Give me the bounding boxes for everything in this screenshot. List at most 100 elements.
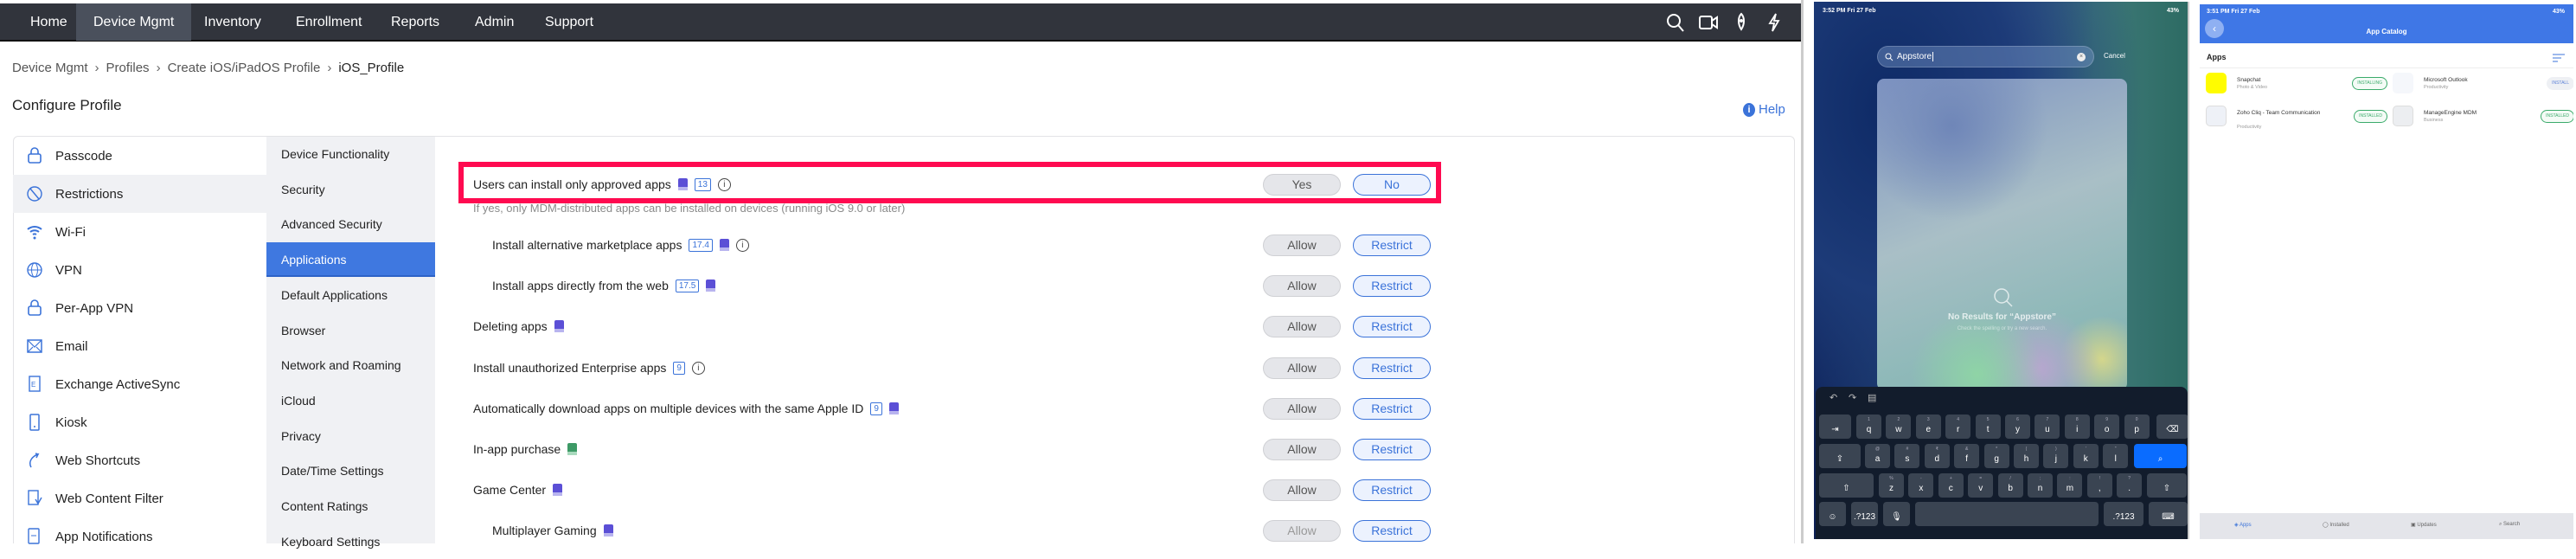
info-icon[interactable]: i [691, 361, 705, 375]
allow-button[interactable]: Allow [1263, 275, 1341, 297]
key-u[interactable]: 7u [2035, 414, 2060, 439]
redo-icon[interactable]: ↷ [1849, 392, 1856, 403]
tab-search[interactable]: ⌕ Search [2499, 522, 2520, 528]
key-g[interactable]: * g [1983, 444, 2009, 468]
key-w[interactable]: 2w [1886, 414, 1912, 439]
app-list-item[interactable]: ManageEngine MDM Business INSTALLED [2393, 106, 2573, 137]
shift-key[interactable]: ⇧ [2147, 473, 2187, 498]
backspace-key[interactable]: ⌫ [2156, 414, 2188, 439]
subnav-icloud[interactable]: iCloud [266, 383, 435, 418]
dictation-key[interactable]: 🎙 [1883, 502, 1910, 526]
app-status-button[interactable]: INSTALLED [2541, 110, 2573, 123]
restrict-button[interactable]: Restrict [1353, 439, 1431, 460]
key-f[interactable]: & f [1954, 444, 1980, 468]
sidebar-item-kiosk[interactable]: Kiosk [13, 403, 266, 441]
key-m[interactable]: :m [2057, 473, 2083, 498]
key-j[interactable]: ) j [2043, 444, 2069, 468]
sidebar-item-vpn[interactable]: VPN [13, 251, 266, 289]
subnav-device-functionality[interactable]: Device Functionality [266, 137, 435, 171]
subnav-advanced-security[interactable]: Advanced Security [266, 207, 435, 241]
search-key[interactable]: ⌕ [2134, 444, 2187, 468]
sidebar-item-web-content-filter[interactable]: Web Content Filter [13, 479, 266, 517]
app-status-button[interactable]: INSTALLED [2354, 110, 2387, 123]
allow-button[interactable]: Allow [1263, 520, 1341, 542]
key-e[interactable]: 3e [1915, 414, 1941, 439]
key-n[interactable]: ; n [2028, 473, 2053, 498]
key-z[interactable]: % z [1879, 473, 1904, 498]
tab-apps[interactable]: ◈ Apps [2234, 522, 2252, 528]
allow-button[interactable]: Allow [1263, 398, 1341, 420]
key-d[interactable]: ₹ d [1924, 444, 1950, 468]
app-list-item[interactable]: Zoho Cliq - Team Communication Productivi… [2206, 106, 2387, 137]
breadcrumb-item[interactable]: Profiles [106, 61, 150, 75]
restrict-button[interactable]: Restrict [1353, 275, 1431, 297]
spotlight-search-field[interactable]: Appstore × [1877, 46, 2094, 67]
sidebar-item-restrictions[interactable]: Restrictions [13, 175, 266, 213]
nav-inventory[interactable]: Inventory [187, 3, 279, 41]
key-,[interactable]: !, [2086, 473, 2112, 498]
subnav-network-and-roaming[interactable]: Network and Roaming [266, 348, 435, 382]
numbers-key[interactable]: .?123 [2104, 502, 2143, 526]
clear-icon[interactable]: × [2077, 53, 2086, 61]
undo-icon[interactable]: ↶ [1829, 392, 1837, 403]
sidebar-item-web-shortcuts[interactable]: Web Shortcuts [13, 441, 266, 479]
key-i[interactable]: 8i [2064, 414, 2090, 439]
restrict-button[interactable]: Restrict [1353, 479, 1431, 501]
subnav-date-time-settings[interactable]: Date/Time Settings [266, 453, 435, 488]
shift-key[interactable]: ⇧ [1819, 473, 1874, 498]
key-k[interactable]: ' k [2073, 444, 2099, 468]
subnav-applications[interactable]: Applications [266, 242, 435, 278]
allow-button[interactable]: Allow [1263, 439, 1341, 460]
key-b[interactable]: / b [1997, 473, 2023, 498]
nav-device-mgmt[interactable]: Device Mgmt [76, 3, 192, 41]
restrict-button[interactable]: Restrict [1353, 235, 1431, 256]
caps-lock-key[interactable]: ⇪ [1819, 444, 1861, 468]
restrict-button[interactable]: Restrict [1353, 398, 1431, 420]
sidebar-item-email[interactable]: Email [13, 327, 266, 365]
allow-button[interactable]: Allow [1263, 357, 1341, 379]
cancel-button[interactable]: Cancel [2104, 52, 2125, 60]
allow-button[interactable]: Allow [1263, 235, 1341, 256]
key-o[interactable]: 9o [2094, 414, 2120, 439]
hide-keyboard-key[interactable]: ⌨ [2149, 502, 2188, 526]
subnav-privacy[interactable]: Privacy [266, 419, 435, 453]
key-y[interactable]: 6y [2005, 414, 2030, 439]
sidebar-item-passcode[interactable]: Passcode [13, 137, 266, 175]
subnav-browser[interactable]: Browser [266, 313, 435, 348]
key-x[interactable]: -x [1908, 473, 1934, 498]
breadcrumb-item[interactable]: Device Mgmt [12, 61, 88, 75]
key-l[interactable]: " l [2103, 444, 2129, 468]
sidebar-item-app-notifications[interactable]: App Notifications [13, 517, 266, 556]
tab-installed[interactable]: ◯ Installed [2323, 522, 2349, 528]
key-r[interactable]: 4r [1945, 414, 1971, 439]
app-list-item[interactable]: Microsoft Outlook Productivity INSTALL [2393, 73, 2573, 104]
key-.[interactable]: ?. [2117, 473, 2143, 498]
app-status-button[interactable]: INSTALL [2547, 77, 2573, 90]
subnav-keyboard-settings[interactable]: Keyboard Settings [266, 524, 435, 559]
info-icon[interactable]: i [735, 238, 749, 252]
subnav-default-applications[interactable]: Default Applications [266, 278, 435, 312]
key-c[interactable]: + c [1938, 473, 1964, 498]
key-q[interactable]: 1q [1856, 414, 1881, 439]
nav-enrollment[interactable]: Enrollment [279, 3, 379, 41]
nav-home[interactable]: Home [13, 3, 85, 41]
key-t[interactable]: 5t [1975, 414, 2001, 439]
key-v[interactable]: = v [1968, 473, 1994, 498]
restrict-button[interactable]: Restrict [1353, 520, 1431, 542]
key-p[interactable]: 0p [2124, 414, 2150, 439]
sidebar-item-wi-fi[interactable]: Wi-Fi [13, 213, 266, 251]
allow-button[interactable]: Allow [1263, 479, 1341, 501]
key-h[interactable]: (h [2014, 444, 2039, 468]
app-list-item[interactable]: Snapchat Photo & Video INSTALLING [2206, 73, 2387, 104]
paste-icon[interactable]: ▤ [1868, 392, 1876, 403]
key-s[interactable]: # s [1894, 444, 1920, 468]
key-a[interactable]: @ a [1865, 444, 1890, 468]
sidebar-item-per-app-vpn[interactable]: Per-App VPN [13, 289, 266, 327]
subnav-security[interactable]: Security [266, 172, 435, 207]
restrict-button[interactable]: Restrict [1353, 316, 1431, 337]
app-status-button[interactable]: INSTALLING [2352, 77, 2387, 90]
breadcrumb-item[interactable]: Create iOS/iPadOS Profile [168, 61, 321, 75]
emoji-key[interactable]: ☺ [1819, 502, 1846, 526]
tab-updates[interactable]: ▣ Updates [2411, 522, 2437, 528]
sidebar-item-exchange-activesync[interactable]: E Exchange ActiveSync [13, 365, 266, 403]
